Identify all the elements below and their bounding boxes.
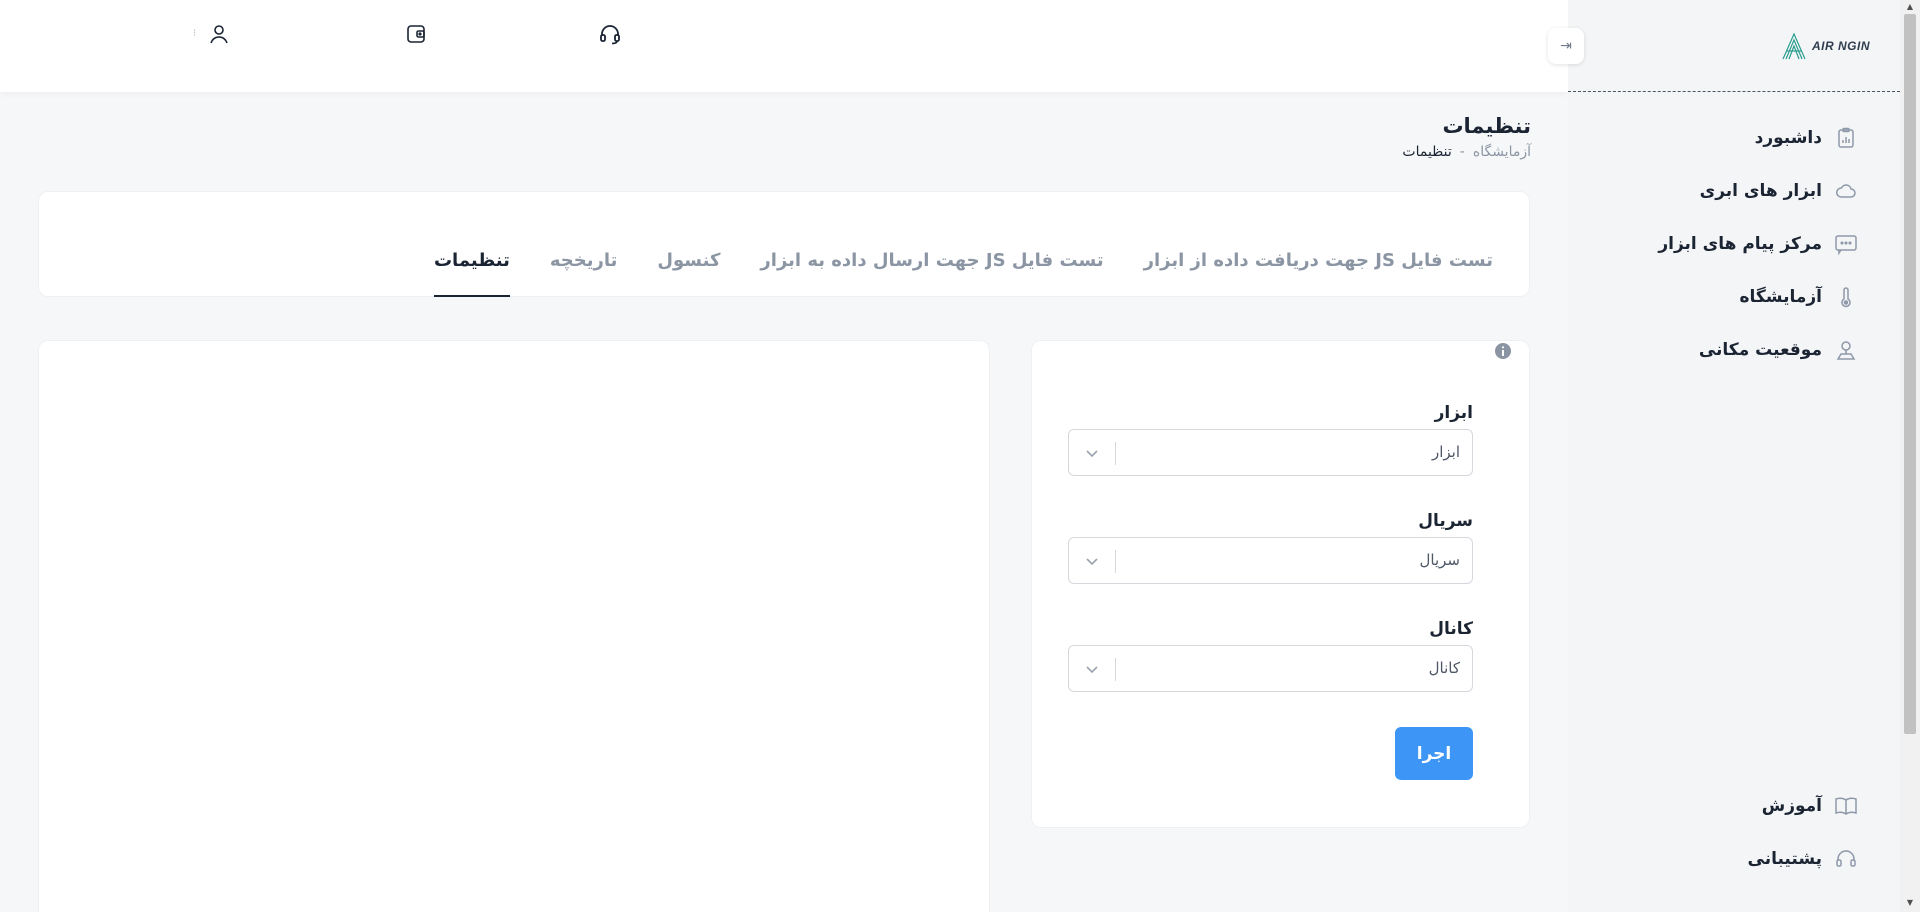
sidebar-item-message-center[interactable]: مرکز پیام های ابزار xyxy=(1658,228,1858,260)
sidebar-item-cloud-tools[interactable]: ابزار های ابری xyxy=(1700,175,1858,207)
serial-select[interactable]: سریال xyxy=(1068,537,1473,584)
tool-select[interactable]: ابزار xyxy=(1068,429,1473,476)
sidebar-item-location[interactable]: موقعیت مکانی xyxy=(1699,334,1858,366)
breadcrumb-separator: - xyxy=(1459,144,1465,160)
page-scrollbar[interactable]: ▲ ▼ xyxy=(1900,0,1920,912)
cloud-icon xyxy=(1834,179,1858,203)
sidebar-item-label: پشتیبانی xyxy=(1747,849,1822,869)
channel-select-placeholder: کانال xyxy=(1428,659,1460,677)
message-icon xyxy=(1834,232,1858,256)
sidebar-item-label: آموزش xyxy=(1761,796,1822,816)
info-icon[interactable] xyxy=(1493,341,1513,361)
sidebar-item-label: مرکز پیام های ابزار xyxy=(1658,234,1822,254)
collapse-sidebar-button[interactable]: ⇥ xyxy=(1548,28,1584,64)
serial-select-placeholder: سریال xyxy=(1419,551,1461,569)
sidebar-item-label: داشبورد xyxy=(1754,128,1822,148)
sidebar-item-label: آزمایشگاه xyxy=(1739,287,1822,307)
clipboard-chart-icon xyxy=(1834,126,1858,150)
select-separator xyxy=(1115,550,1116,573)
chevron-down-icon xyxy=(1086,666,1098,674)
arrow-collapse-icon: ⇥ xyxy=(1560,38,1572,54)
tab-js-receive-test[interactable]: تست فایل JS جهت دریافت داده از ابزار xyxy=(1144,250,1493,297)
user-icon[interactable] xyxy=(207,22,231,46)
app-root: ⁝ ⇥ AIR NGIN داشبورد ابزار های ابری مرکز… xyxy=(0,0,1920,912)
tab-console[interactable]: کنسول xyxy=(657,250,720,297)
chevron-down-icon xyxy=(1086,558,1098,566)
tool-label: ابزار xyxy=(1434,403,1473,423)
tab-bar: تست فایل JS جهت دریافت داده از ابزار تست… xyxy=(433,250,1493,297)
select-separator xyxy=(1115,658,1116,681)
channel-select[interactable]: کانال xyxy=(1068,645,1473,692)
sidebar-item-label: ابزار های ابری xyxy=(1699,181,1822,201)
logo-mark-icon xyxy=(1782,32,1806,60)
scroll-thumb[interactable] xyxy=(1904,14,1916,734)
tool-select-placeholder: ابزار xyxy=(1431,443,1460,461)
sidebar-item-label: موقعیت مکانی xyxy=(1698,340,1822,360)
sidebar-item-support[interactable]: پشتیبانی xyxy=(1748,843,1858,875)
sidebar-header: ⇥ AIR NGIN xyxy=(1548,0,1900,92)
sidebar: ⇥ AIR NGIN داشبورد ابزار های ابری مرکز پ… xyxy=(1548,0,1900,912)
output-panel xyxy=(38,340,990,912)
scroll-up-arrow-icon[interactable]: ▲ xyxy=(1905,2,1915,12)
chevron-down-icon xyxy=(1086,450,1098,458)
sidebar-item-dashboard[interactable]: داشبورد xyxy=(1755,122,1858,154)
headset-icon[interactable] xyxy=(598,22,622,46)
thermometer-icon xyxy=(1834,285,1858,309)
settings-form-card: ابزار ابزار سریال سریال کانال کانال اجرا xyxy=(1031,340,1530,828)
location-pin-icon xyxy=(1834,338,1858,362)
tab-js-send-test[interactable]: تست فایل JS جهت ارسال داده به ابزار xyxy=(760,250,1103,297)
tabs-card: تست فایل JS جهت دریافت داده از ابزار تست… xyxy=(38,191,1530,297)
logo-text: AIR NGIN xyxy=(1812,39,1870,53)
top-header: ⁝ xyxy=(0,0,1568,92)
sidebar-item-lab[interactable]: آزمایشگاه xyxy=(1739,281,1858,313)
wallet-icon[interactable] xyxy=(404,22,428,46)
breadcrumb-current: تنظیمات xyxy=(1402,144,1452,160)
tab-history[interactable]: تاریخچه xyxy=(550,250,618,297)
page-title: تنظیمات xyxy=(1442,114,1531,138)
channel-label: کانال xyxy=(1429,619,1473,639)
breadcrumb: آزمایشگاه - تنظیمات xyxy=(1402,144,1531,160)
serial-label: سریال xyxy=(1418,511,1473,531)
header-divider-dot: ⁝ xyxy=(193,28,197,39)
tab-settings[interactable]: تنظیمات xyxy=(433,250,510,297)
run-button[interactable]: اجرا xyxy=(1395,727,1473,780)
sidebar-item-tutorial[interactable]: آموزش xyxy=(1762,790,1858,822)
breadcrumb-parent[interactable]: آزمایشگاه xyxy=(1473,144,1531,160)
headset-icon xyxy=(1834,847,1858,871)
scroll-down-arrow-icon[interactable]: ▼ xyxy=(1905,898,1915,908)
brand-logo[interactable]: AIR NGIN xyxy=(1780,30,1876,62)
book-icon xyxy=(1834,794,1858,818)
select-separator xyxy=(1115,442,1116,465)
